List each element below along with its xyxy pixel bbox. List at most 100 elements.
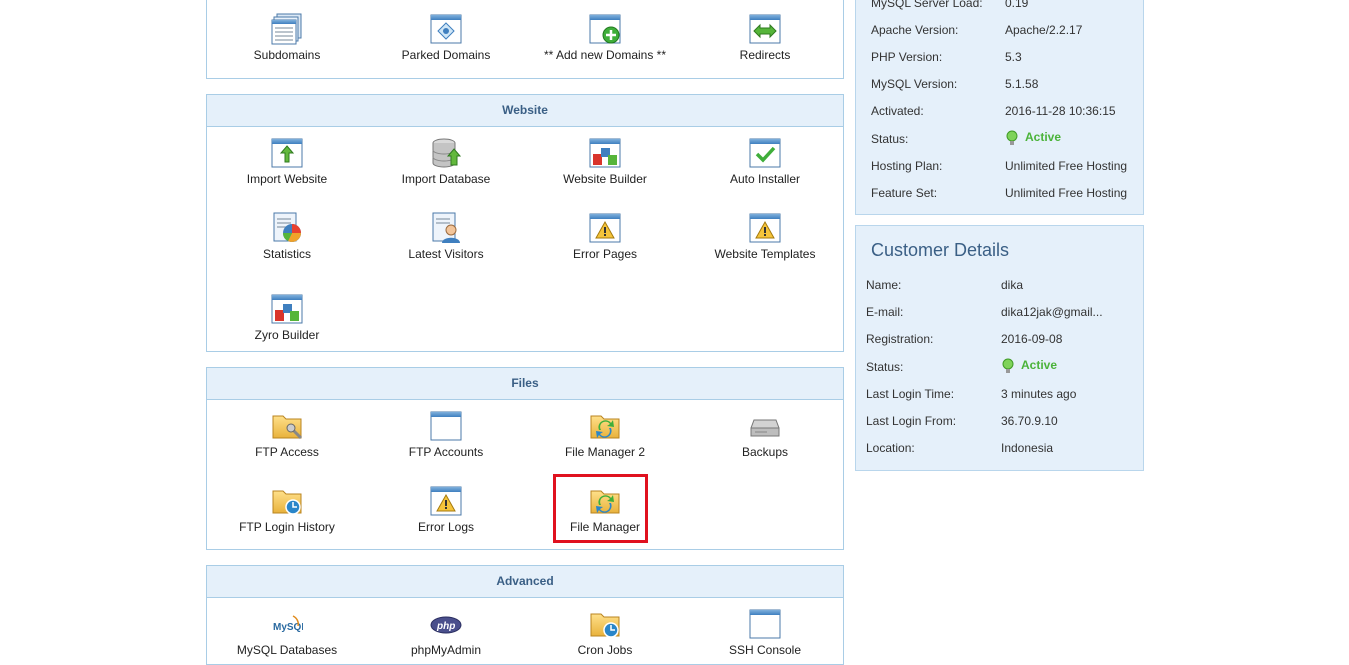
advanced-panel-title: Advanced (207, 566, 843, 598)
website-panel-title: Website (207, 95, 843, 127)
customer-details-title: Customer Details (871, 240, 1010, 260)
import-database-label: Import Database (401, 172, 491, 186)
subdomains-label: Subdomains (253, 48, 321, 62)
website-templates-item[interactable]: Website Templates (685, 212, 845, 261)
phpmyadmin-item[interactable]: php phpMyAdmin (366, 608, 526, 657)
statistics-item[interactable]: Statistics (207, 212, 367, 261)
mysql-icon: MySQL (273, 615, 303, 633)
error-logs-item[interactable]: Error Logs (366, 485, 526, 534)
ssh-console-icon (749, 609, 781, 639)
ftp-access-item[interactable]: FTP Access (207, 410, 367, 459)
customer-label: Registration: (866, 332, 934, 346)
import-website-label: Import Website (246, 172, 328, 186)
import-website-item[interactable]: Import Website (207, 137, 367, 186)
files-panel-title: Files (207, 368, 843, 400)
detail-value: 5.3 (1005, 50, 1022, 64)
detail-label: Status: (871, 132, 909, 146)
cron-jobs-icon (590, 613, 620, 638)
detail-value: 2016-11-28 10:36:15 (1005, 104, 1116, 118)
detail-label: Activated: (871, 104, 924, 118)
account-status-text: Active (1025, 130, 1062, 145)
ftp-login-history-item[interactable]: FTP Login History (207, 485, 367, 534)
parked-domains-label: Parked Domains (401, 48, 491, 62)
mysql-databases-item[interactable]: MySQL MySQL Databases (207, 608, 367, 657)
backups-label: Backups (741, 445, 789, 459)
website-templates-label: Website Templates (714, 247, 816, 261)
detail-label: MySQL Version: (871, 77, 958, 91)
customer-value: 36.70.9.10 (1001, 414, 1058, 428)
error-pages-label: Error Pages (572, 247, 638, 261)
ssh-console-label: SSH Console (728, 643, 802, 657)
customer-details-panel: Customer Details Name: dika E-mail: dika… (855, 225, 1144, 471)
error-logs-icon (430, 486, 462, 516)
website-builder-icon (589, 138, 621, 168)
website-builder-item[interactable]: Website Builder (525, 137, 685, 186)
backups-item[interactable]: Backups (685, 410, 845, 459)
redirects-item[interactable]: Redirects (685, 13, 845, 62)
add-domain-item[interactable]: ** Add new Domains ** (525, 13, 685, 62)
advanced-panel: Advanced MySQL MySQL Databases php phpMy… (206, 565, 844, 665)
statistics-icon (273, 212, 301, 242)
ftp-login-history-icon (272, 490, 302, 515)
website-panel: Website Import Website Import Database W… (206, 94, 844, 352)
customer-label: Location: (866, 441, 915, 455)
website-templates-icon (749, 213, 781, 243)
error-pages-icon (589, 213, 621, 243)
ftp-accounts-icon (430, 411, 462, 441)
ftp-login-history-label: FTP Login History (239, 520, 335, 534)
detail-label: PHP Version: (871, 50, 943, 64)
auto-installer-item[interactable]: Auto Installer (685, 137, 845, 186)
latest-visitors-label: Latest Visitors (408, 247, 484, 261)
customer-label: Last Login From: (866, 414, 957, 428)
php-icon: php (430, 616, 462, 634)
customer-label: E-mail: (866, 305, 904, 319)
zyro-builder-item[interactable]: Zyro Builder (207, 293, 367, 342)
account-status-value: Active (1005, 130, 1061, 146)
customer-value: Indonesia (1001, 441, 1054, 455)
file-manager-2-label: File Manager 2 (564, 445, 646, 459)
error-pages-item[interactable]: Error Pages (525, 212, 685, 261)
ftp-access-label: FTP Access (255, 445, 319, 459)
customer-status-text: Active (1021, 358, 1058, 373)
files-panel: Files FTP Access FTP Accounts File Manag… (206, 367, 844, 550)
detail-label: Hosting Plan: (871, 159, 943, 173)
customer-status-value: Active (1001, 358, 1057, 374)
add-domain-icon (589, 14, 621, 44)
detail-label: MySQL Server Load: (871, 0, 983, 10)
customer-label: Last Login Time: (866, 387, 955, 401)
parked-domains-icon (430, 14, 462, 44)
detail-value: 5.1.58 (1005, 77, 1039, 91)
subdomains-item[interactable]: Subdomains (207, 13, 367, 62)
parked-domains-item[interactable]: Parked Domains (366, 13, 526, 62)
detail-value: Unlimited Free Hosting (1005, 159, 1128, 173)
customer-value: dika12jak@gmail... (1001, 305, 1103, 319)
customer-label: Name: (866, 278, 902, 292)
backups-icon (750, 419, 780, 437)
customer-value: 2016-09-08 (1001, 332, 1063, 346)
detail-label: Apache Version: (871, 23, 959, 37)
zyro-builder-icon (271, 294, 303, 324)
import-website-icon (271, 138, 303, 168)
customer-value: dika (1001, 278, 1024, 292)
latest-visitors-item[interactable]: Latest Visitors (366, 212, 526, 261)
lightbulb-icon (1002, 358, 1014, 373)
detail-value: Unlimited Free Hosting (1005, 186, 1128, 200)
detail-label: Feature Set: (871, 186, 938, 200)
ftp-accounts-item[interactable]: FTP Accounts (366, 410, 526, 459)
ftp-access-icon (272, 415, 303, 440)
import-database-item[interactable]: Import Database (366, 137, 526, 186)
domains-panel: Subdomains Parked Domains ** Add new Dom… (206, 0, 844, 79)
svg-text:php: php (436, 621, 455, 632)
lightbulb-icon (1006, 130, 1018, 145)
file-manager-2-item[interactable]: File Manager 2 (525, 410, 685, 459)
account-details-panel: MySQL Server Load: 0.19 Apache Version: … (855, 0, 1144, 215)
error-logs-label: Error Logs (417, 520, 475, 534)
website-builder-label: Website Builder (563, 172, 647, 186)
customer-value: 3 minutes ago (1001, 387, 1077, 401)
mysql-databases-label: MySQL Databases (236, 643, 338, 657)
ssh-console-item[interactable]: SSH Console (685, 608, 845, 657)
auto-installer-label: Auto Installer (729, 172, 801, 186)
cron-jobs-item[interactable]: Cron Jobs (525, 608, 685, 657)
subdomains-icon (271, 13, 302, 45)
statistics-label: Statistics (262, 247, 311, 261)
